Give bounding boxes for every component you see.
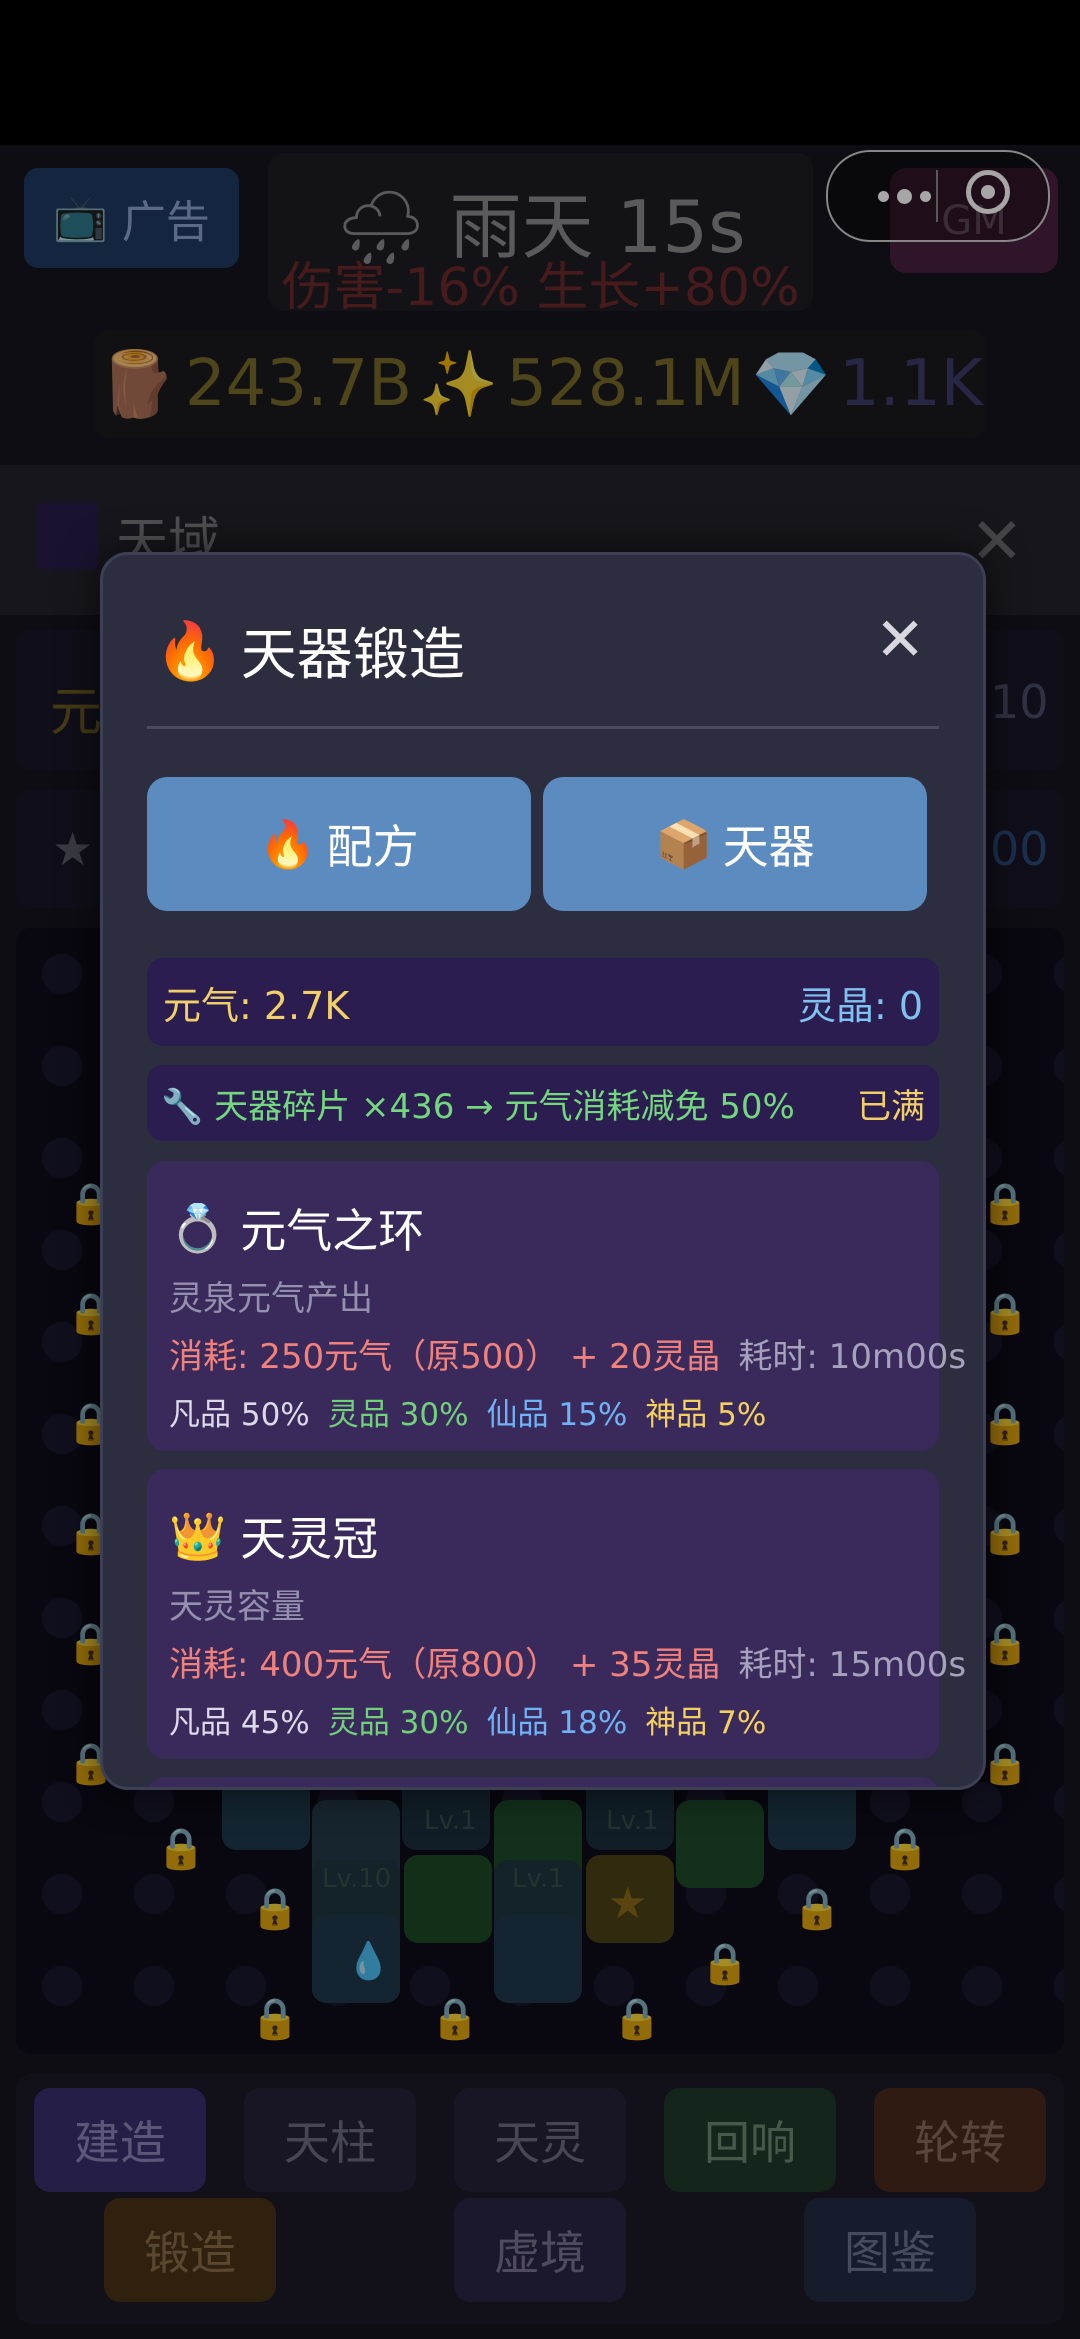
currency-row: 元气: 2.7K 灵晶: 0 bbox=[147, 958, 939, 1046]
recipe-desc: 天灵容量 bbox=[169, 1587, 305, 1627]
recipe-name: 👑 天灵冠 bbox=[169, 1508, 379, 1567]
rate-common: 凡品 50% bbox=[169, 1397, 310, 1433]
wrench-icon: 🔧 bbox=[161, 1086, 204, 1127]
fire-icon: 🔥 bbox=[259, 816, 317, 871]
crown-icon: 👑 bbox=[169, 1508, 227, 1563]
recipe-time: 耗时: 10m00s bbox=[738, 1337, 967, 1377]
tab-recipes[interactable]: 🔥 配方 bbox=[147, 777, 531, 911]
package-icon: 📦 bbox=[655, 816, 713, 871]
recipe-cost: 消耗: 250元气（原500） + 20灵晶 耗时: 10m00s bbox=[169, 1337, 967, 1377]
rate-common: 凡品 45% bbox=[169, 1705, 310, 1741]
recipe-card[interactable]: 👑 天灵冠 天灵容量 消耗: 400元气（原800） + 35灵晶 耗时: 15m… bbox=[147, 1469, 966, 1759]
recipe-card[interactable]: 💍 元气之环 灵泉元气产出 消耗: 250元气（原500） + 20灵晶 耗时: … bbox=[147, 1161, 966, 1451]
forge-modal: 🔥 天器锻造 ✕ 🔥 配方 📦 天器 元气: 2.7K 灵晶: 0 🔧 天器碎片… bbox=[100, 552, 986, 1790]
divider bbox=[147, 726, 939, 729]
recipe-rates: 凡品 50% 灵品 30% 仙品 15% 神品 5% bbox=[169, 1389, 784, 1434]
rate-immortal: 仙品 18% bbox=[486, 1705, 628, 1741]
rate-spirit: 灵品 30% bbox=[327, 1705, 469, 1741]
recipe-card-partial[interactable] bbox=[147, 1777, 939, 1787]
yuanqi-value: 元气: 2.7K bbox=[163, 983, 350, 1028]
tab-recipes-label: 配方 bbox=[326, 820, 419, 874]
rate-divine: 神品 7% bbox=[645, 1705, 767, 1741]
recipe-desc: 灵泉元气产出 bbox=[169, 1279, 373, 1319]
recipe-cost: 消耗: 400元气（原800） + 35灵晶 耗时: 15m00s bbox=[169, 1645, 967, 1685]
modal-title: 🔥 天器锻造 bbox=[155, 610, 465, 691]
tab-artifacts[interactable]: 📦 天器 bbox=[543, 777, 927, 911]
tab-artifacts-label: 天器 bbox=[722, 820, 815, 874]
modal-title-text: 天器锻造 bbox=[240, 623, 465, 688]
modal-close-icon[interactable]: ✕ bbox=[875, 605, 925, 675]
fire-icon: 🔥 bbox=[155, 618, 225, 684]
ring-icon: 💍 bbox=[169, 1200, 227, 1255]
recipe-name: 💍 元气之环 bbox=[169, 1200, 425, 1259]
lingjing-value: 灵晶: 0 bbox=[797, 983, 923, 1028]
bonus-status: 已满 bbox=[857, 1086, 925, 1127]
rate-immortal: 仙品 15% bbox=[486, 1397, 628, 1433]
fragment-bonus-row: 🔧 天器碎片 ×436 → 元气消耗减免 50% 已满 bbox=[147, 1065, 939, 1141]
rate-divine: 神品 5% bbox=[645, 1397, 767, 1433]
recipe-time: 耗时: 15m00s bbox=[738, 1645, 967, 1685]
fragment-bonus: 🔧 天器碎片 ×436 → 元气消耗减免 50% bbox=[161, 1086, 795, 1127]
rate-spirit: 灵品 30% bbox=[327, 1397, 469, 1433]
recipe-rates: 凡品 45% 灵品 30% 仙品 18% 神品 7% bbox=[169, 1697, 784, 1742]
